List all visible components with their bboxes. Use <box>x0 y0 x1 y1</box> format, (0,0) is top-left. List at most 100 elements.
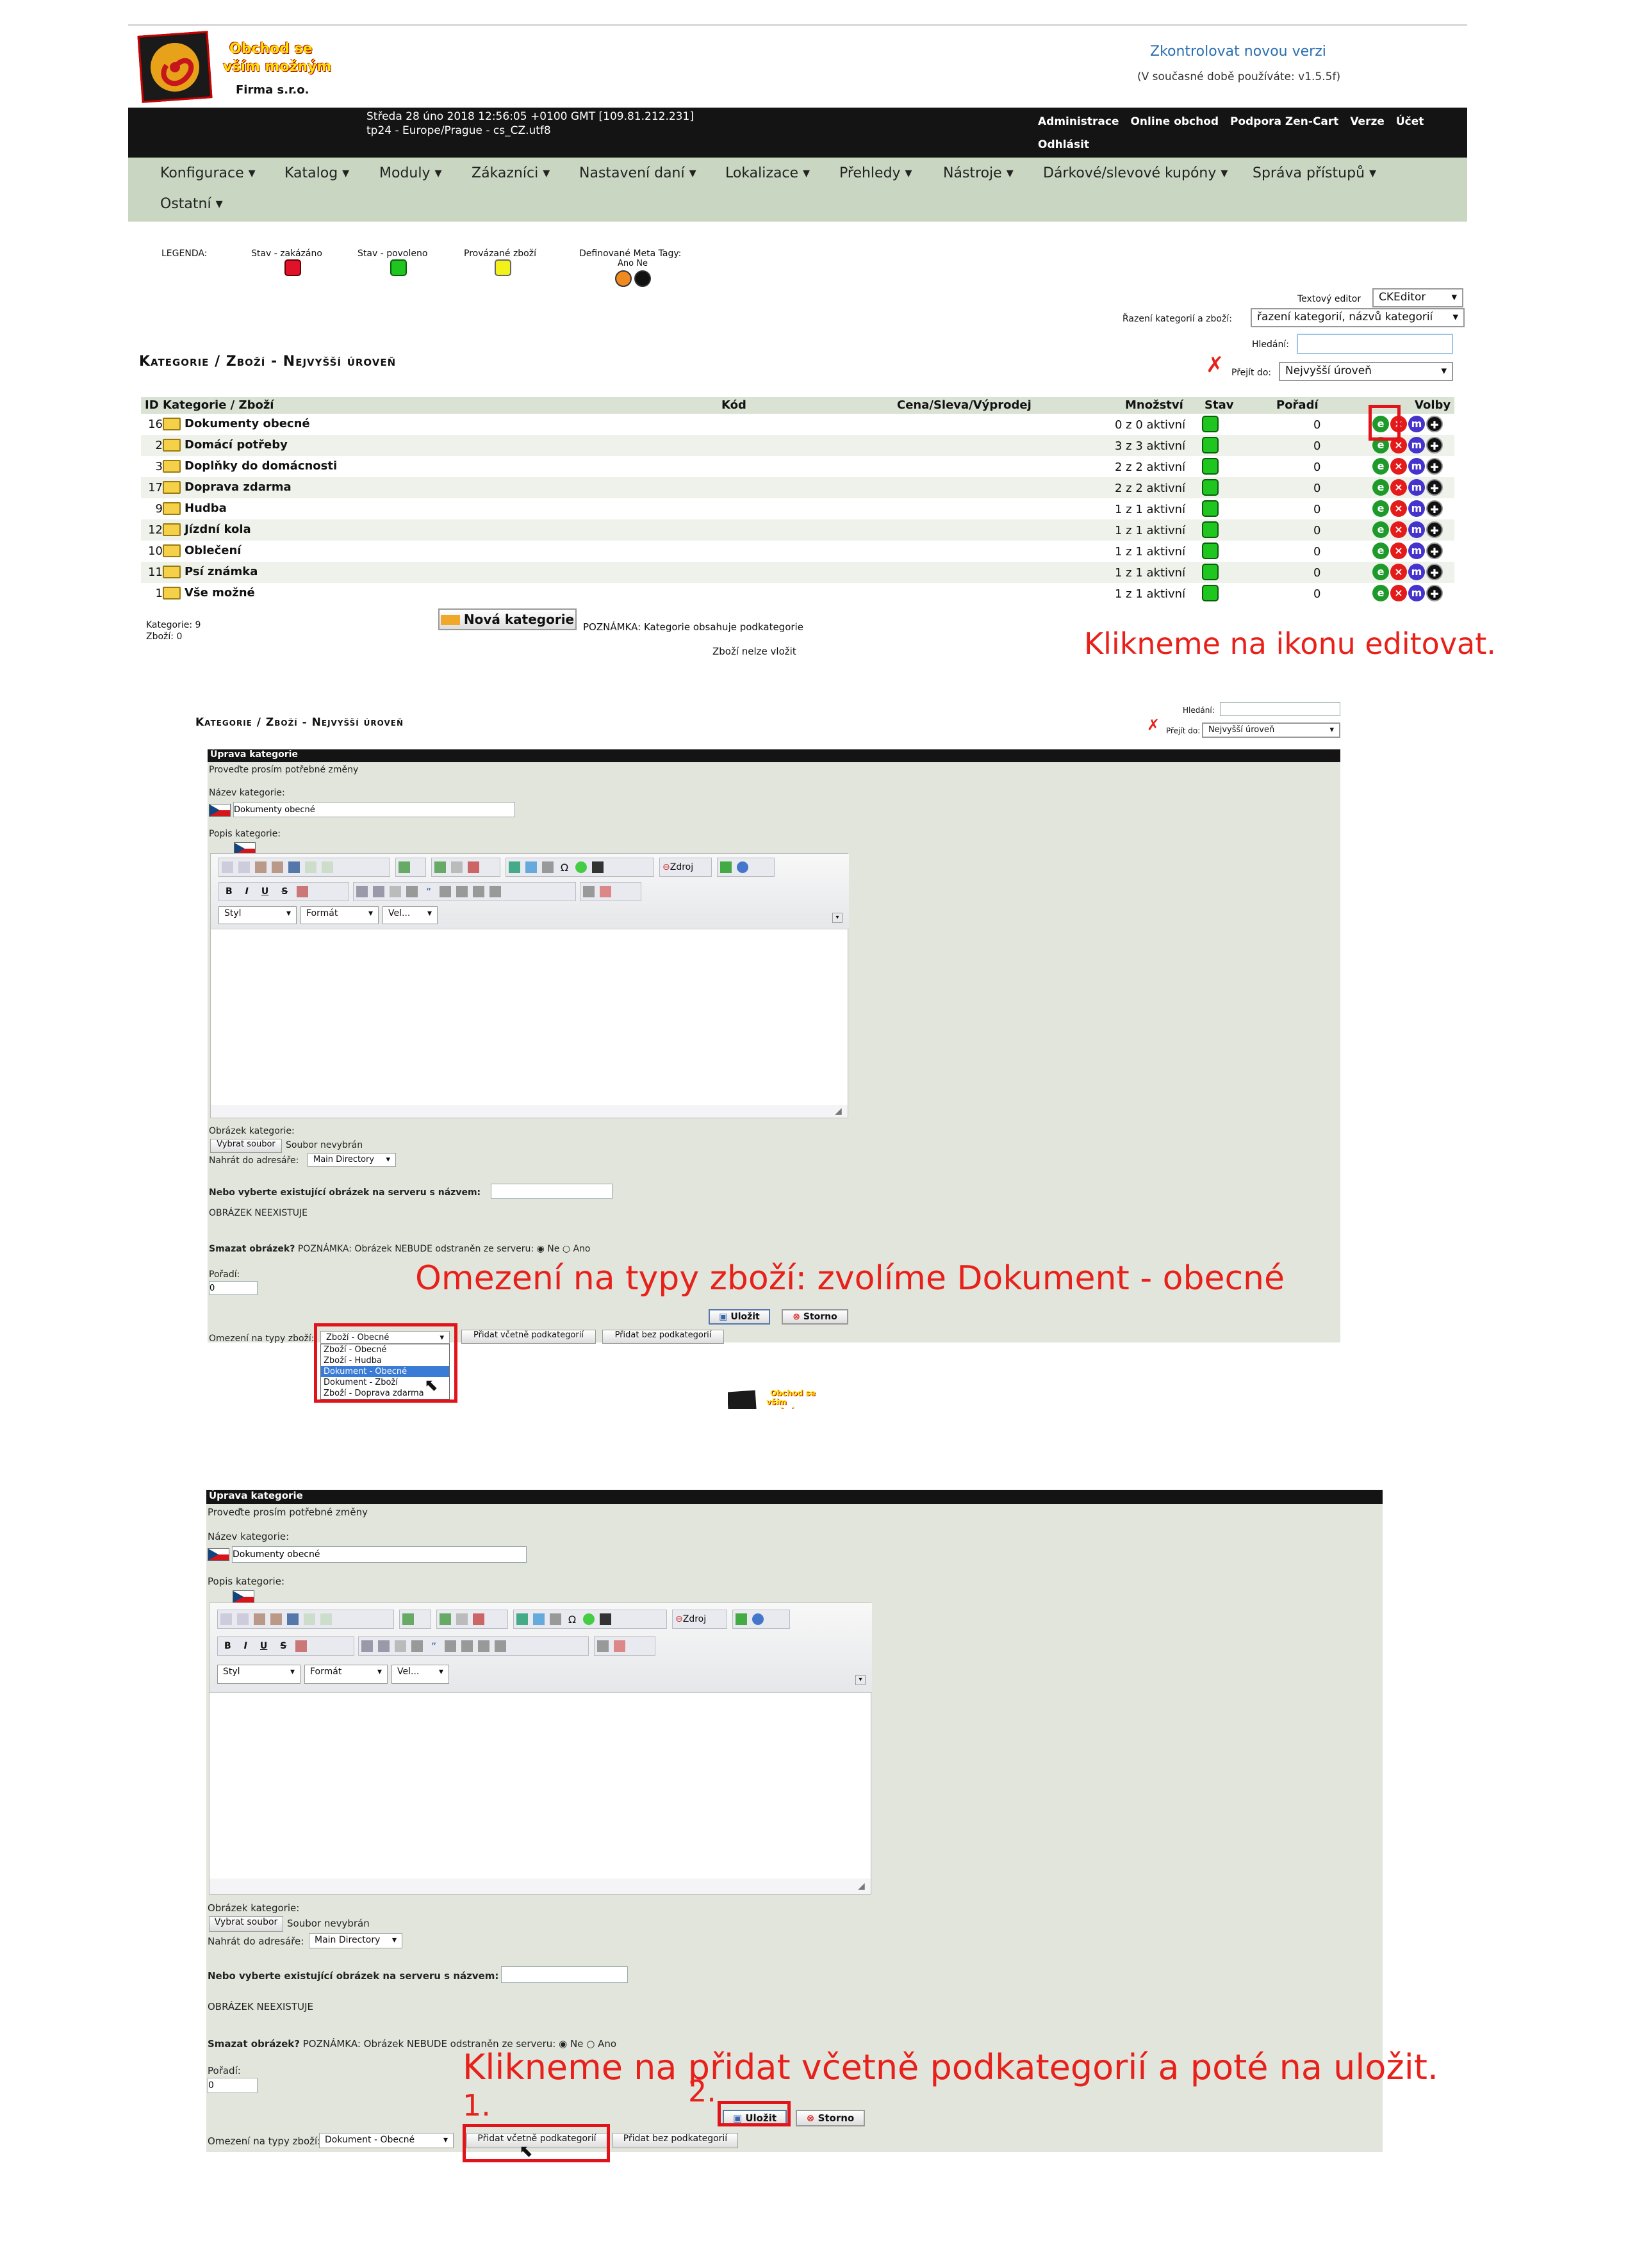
goto-select-2[interactable]: Nejvyšší úroveň <box>1202 722 1340 738</box>
status-enabled-icon[interactable] <box>1202 479 1219 496</box>
menu-ostatni[interactable]: Ostatní <box>160 196 211 212</box>
align-center-icon[interactable] <box>456 886 468 897</box>
row-category[interactable]: Jízdní kola <box>163 523 251 536</box>
about-icon[interactable] <box>737 861 748 873</box>
about-icon[interactable] <box>752 1613 764 1625</box>
strike-button[interactable]: S <box>280 1641 286 1651</box>
smiley-icon[interactable] <box>575 861 587 873</box>
size-select-2[interactable]: Vel... <box>391 1665 449 1684</box>
source-button[interactable]: ⊖Zdroj <box>672 1610 727 1629</box>
size-select[interactable]: Vel... <box>382 906 438 924</box>
youtube-icon[interactable] <box>592 861 604 873</box>
outdent-icon[interactable] <box>395 1640 406 1652</box>
cancel-button-2[interactable]: ⊗ Storno <box>796 2110 865 2126</box>
menu-katalog[interactable]: Katalog <box>284 165 338 181</box>
bold-button[interactable]: B <box>226 886 233 897</box>
link-admin[interactable]: Administrace <box>1038 115 1119 128</box>
add-without-subcats-button[interactable]: Přidat bez podkategorií <box>602 1330 724 1344</box>
menu-zakaznici[interactable]: Zákazníci <box>472 165 538 181</box>
paste-icon[interactable] <box>255 861 267 873</box>
menu-sprava-pristupu[interactable]: Správa přístupů <box>1253 165 1365 181</box>
anchor-icon[interactable] <box>473 1613 484 1625</box>
unlink-icon[interactable] <box>456 1613 468 1625</box>
collapse-toolbar-icon[interactable]: ▾ <box>832 913 843 923</box>
show-blocks-icon[interactable] <box>583 886 595 897</box>
row-category[interactable]: Doplňky do domácnosti <box>163 459 337 473</box>
italic-button[interactable]: I <box>245 886 249 897</box>
edit-icon[interactable]: e <box>1372 479 1389 496</box>
logo[interactable]: Obchod se vším možným Firma s.r.o. <box>137 31 345 104</box>
delete-icon[interactable]: × <box>1390 543 1407 559</box>
row-category[interactable]: Hudba <box>163 502 227 515</box>
row-category[interactable]: Doprava zdarma <box>163 480 292 494</box>
status-enabled-icon[interactable] <box>1202 458 1219 475</box>
copy-icon[interactable] <box>237 1613 249 1625</box>
editor-select[interactable]: CKEditor <box>1372 288 1463 307</box>
resize-handle-icon[interactable]: ◢ <box>858 1881 865 1891</box>
choose-file-button-2[interactable]: Vybrat soubor <box>209 1916 283 1932</box>
edit-icon[interactable]: e <box>1372 543 1389 559</box>
row-category[interactable]: Domácí potřeby <box>163 438 288 452</box>
edit-icon[interactable]: e <box>1372 458 1389 475</box>
existing-image-input-2[interactable] <box>501 1966 628 1983</box>
show-blocks-icon[interactable] <box>597 1640 609 1652</box>
link-zen-support[interactable]: Podpora Zen-Cart <box>1230 115 1338 128</box>
status-enabled-icon[interactable] <box>1202 416 1219 432</box>
meta-tags-icon[interactable]: ✚ <box>1426 458 1443 475</box>
search-input[interactable] <box>1297 334 1453 354</box>
image-icon[interactable] <box>516 1613 528 1625</box>
paste-text-icon[interactable] <box>270 1613 282 1625</box>
delete-icon[interactable]: × <box>1390 479 1407 496</box>
italic-button[interactable]: I <box>244 1641 247 1651</box>
bullet-list-icon[interactable] <box>378 1640 390 1652</box>
paste-word-icon[interactable] <box>287 1613 299 1625</box>
numbered-list-icon[interactable] <box>361 1640 373 1652</box>
style-select-2[interactable]: Styl <box>217 1665 300 1684</box>
format-select-2[interactable]: Formát <box>304 1665 388 1684</box>
table-insert-icon[interactable] <box>614 1640 625 1652</box>
format-select[interactable]: Formát <box>300 906 379 924</box>
bold-button[interactable]: B <box>224 1641 231 1651</box>
reset-x-icon[interactable]: ✗ <box>1206 352 1224 378</box>
upload-dir-select-2[interactable]: Main Directory <box>309 1933 402 1948</box>
align-justify-icon[interactable] <box>489 886 501 897</box>
align-center-icon[interactable] <box>461 1640 473 1652</box>
edit-icon[interactable]: e <box>1372 500 1389 517</box>
name-input[interactable] <box>233 802 515 817</box>
table-icon[interactable] <box>533 1613 545 1625</box>
edit-icon[interactable]: e <box>1372 585 1389 601</box>
menu-moduly[interactable]: Moduly <box>379 165 430 181</box>
blockquote-icon[interactable]: ” <box>423 886 434 898</box>
maximize-icon[interactable] <box>736 1613 747 1625</box>
move-icon[interactable]: m <box>1408 479 1425 496</box>
redo-icon[interactable] <box>320 1613 332 1625</box>
redo-icon[interactable] <box>322 861 333 873</box>
choose-file-button[interactable]: Vybrat soubor <box>210 1139 282 1153</box>
move-icon[interactable]: m <box>1408 416 1425 432</box>
paste-text-icon[interactable] <box>272 861 283 873</box>
existing-image-input[interactable] <box>491 1184 613 1199</box>
underline-button[interactable]: U <box>261 886 268 897</box>
bullet-list-icon[interactable] <box>373 886 384 897</box>
copy-icon[interactable] <box>238 861 250 873</box>
delete-icon[interactable]: × <box>1390 500 1407 517</box>
paste-word-icon[interactable] <box>288 861 300 873</box>
strike-button[interactable]: S <box>281 886 288 897</box>
smiley-icon[interactable] <box>583 1613 595 1625</box>
menu-konfigurace[interactable]: Konfigurace <box>160 165 244 181</box>
table-insert-icon[interactable] <box>600 886 611 897</box>
name-input-2[interactable] <box>232 1546 527 1563</box>
meta-tags-icon[interactable]: ✚ <box>1426 564 1443 580</box>
align-justify-icon[interactable] <box>495 1640 506 1652</box>
menu-prehledy[interactable]: Přehledy <box>839 165 901 181</box>
resize-handle-icon[interactable]: ◢ <box>835 1106 842 1116</box>
status-enabled-icon[interactable] <box>1202 585 1219 601</box>
link-icon[interactable] <box>440 1613 451 1625</box>
spellcheck-icon[interactable] <box>402 1613 414 1625</box>
menu-nastaveni-dani[interactable]: Nastavení daní <box>579 165 685 181</box>
menu-lokalizace[interactable]: Lokalizace <box>725 165 798 181</box>
outdent-icon[interactable] <box>390 886 401 897</box>
special-char-icon[interactable]: Ω <box>559 861 570 874</box>
move-icon[interactable]: m <box>1408 543 1425 559</box>
source-button[interactable]: ⊖Zdroj <box>659 858 712 877</box>
